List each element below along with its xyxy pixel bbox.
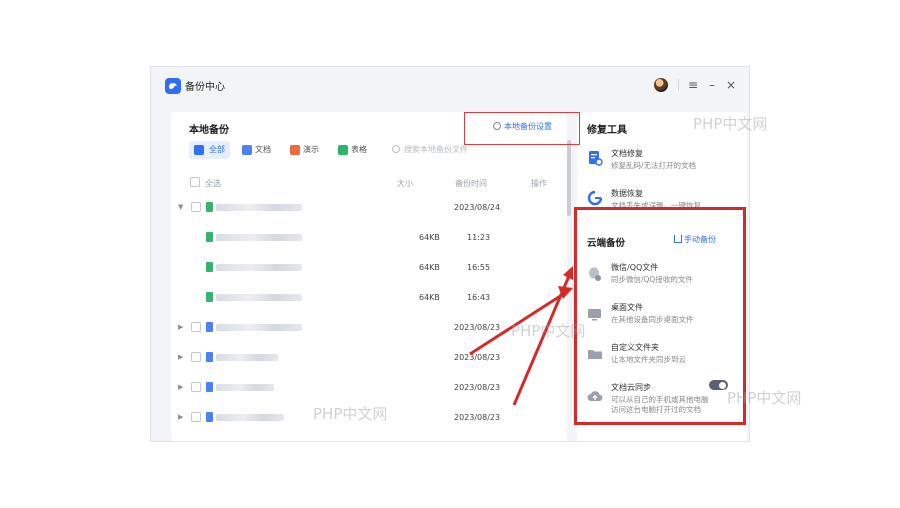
watermark: PHP中文网: [693, 115, 768, 133]
watermark: PHP中文网: [511, 322, 586, 340]
watermark: PHP中文网: [727, 389, 802, 407]
annotation-arrows: [469, 266, 573, 406]
watermark: PHP中文网: [313, 405, 388, 423]
